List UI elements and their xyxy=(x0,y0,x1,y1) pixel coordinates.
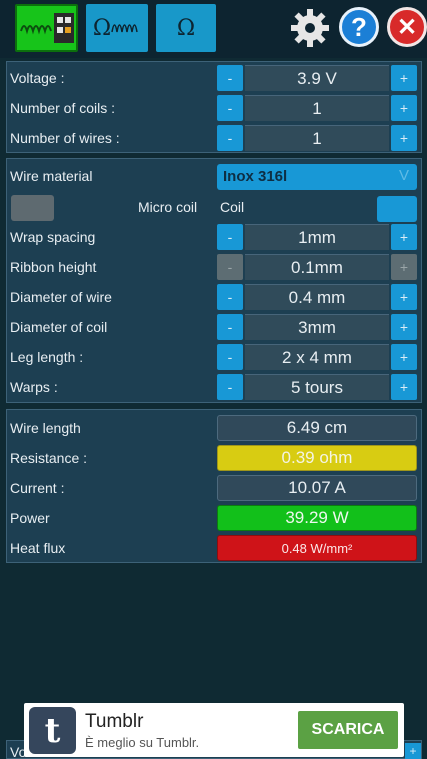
coil-toggle[interactable] xyxy=(377,196,417,222)
tab-ohm-law[interactable]: Ω xyxy=(156,4,216,52)
leg-length-plus-button[interactable]: + xyxy=(391,344,417,370)
ribbon-height-label: Ribbon height xyxy=(10,259,97,275)
ribbon-height-value: 0.1mm xyxy=(245,254,389,280)
coils-minus-button[interactable]: - xyxy=(217,95,243,121)
power-row: Power 39.29 W xyxy=(7,503,423,533)
warps-row: Warps : - 5 tours + xyxy=(7,372,423,402)
power-value: 39.29 W xyxy=(217,505,417,531)
coil-diameter-label: Diameter of coil xyxy=(10,319,108,335)
wire-diameter-minus-button[interactable]: - xyxy=(217,284,243,310)
coils-plus-button[interactable]: + xyxy=(391,95,417,121)
material-row: Wire material Inox 316l V xyxy=(7,161,423,191)
chevron-down-icon: V xyxy=(398,167,409,184)
ribbon-height-row: Ribbon height - 0.1mm + xyxy=(7,252,423,282)
ad-banner[interactable]: t Tumblr È meglio su Tumblr. SCARICA xyxy=(24,703,404,757)
coil-diameter-plus-button[interactable]: + xyxy=(391,314,417,340)
coils-label: Number of coils : xyxy=(10,100,116,116)
heat-flux-label: Heat flux xyxy=(10,540,66,556)
warps-value: 5 tours xyxy=(245,374,389,400)
warps-plus-button[interactable]: + xyxy=(391,374,417,400)
wrap-spacing-minus-button[interactable]: - xyxy=(217,224,243,250)
coils-value: 1 xyxy=(245,95,389,121)
wire-length-row: Wire length 6.49 cm xyxy=(7,413,423,443)
leg-length-minus-button[interactable]: - xyxy=(217,344,243,370)
tab-coil-calculator[interactable] xyxy=(15,4,78,52)
coil-diameter-minus-button[interactable]: - xyxy=(217,314,243,340)
voltage-value: 3.9 V xyxy=(245,65,389,91)
micro-coil-toggle[interactable] xyxy=(11,195,54,221)
wrap-spacing-value: 1mm xyxy=(245,224,389,250)
wrap-spacing-row: Wrap spacing - 1mm + xyxy=(7,222,423,252)
help-icon[interactable]: ? xyxy=(339,7,379,47)
power-label: Power xyxy=(10,510,50,526)
voltage-label: Voltage : xyxy=(10,70,65,86)
warps-label: Warps : xyxy=(10,379,58,395)
top-toolbar: Ω Ω ? ✕ xyxy=(0,0,427,58)
wrap-spacing-plus-button[interactable]: + xyxy=(391,224,417,250)
voltage-row: Voltage : - 3.9 V + xyxy=(7,63,423,93)
wires-minus-button[interactable]: - xyxy=(217,125,243,151)
leg-length-label: Leg length : xyxy=(10,349,84,365)
coils-row: Number of coils : - 1 + xyxy=(7,93,423,123)
current-value: 10.07 A xyxy=(217,475,417,501)
wires-row: Number of wires : - 1 + xyxy=(7,123,423,153)
ad-title: Tumblr xyxy=(85,711,144,732)
coil-calculator-icon xyxy=(19,13,74,43)
micro-coil-label: Micro coil xyxy=(138,199,198,215)
current-row: Current : 10.07 A xyxy=(7,473,423,503)
wires-label: Number of wires : xyxy=(10,130,120,146)
material-label: Wire material xyxy=(10,168,93,184)
wrap-spacing-label: Wrap spacing xyxy=(10,229,96,245)
current-label: Current : xyxy=(10,480,65,496)
ribbon-height-minus-button[interactable]: - xyxy=(217,254,243,280)
results-panel: Wire length 6.49 cm Resistance : 0.39 oh… xyxy=(6,409,422,563)
wire-diameter-value: 0.4 mm xyxy=(245,284,389,310)
coil-type-row: Micro coil Coil xyxy=(7,191,423,225)
close-icon[interactable]: ✕ xyxy=(387,7,427,47)
ad-download-button[interactable]: SCARICA xyxy=(298,711,398,749)
tumblr-logo-icon: t xyxy=(29,707,76,754)
voltage-plus-button[interactable]: + xyxy=(391,65,417,91)
coil-settings-panel: Wire material Inox 316l V Micro coil Coi… xyxy=(6,158,422,403)
coil-icon xyxy=(111,24,138,33)
material-value: Inox 316l xyxy=(223,168,288,185)
ribbon-height-plus-button[interactable]: + xyxy=(391,254,417,280)
tab-ohm-coil[interactable]: Ω xyxy=(86,4,148,52)
bottom-plus-button[interactable]: + xyxy=(405,743,421,759)
wire-diameter-label: Diameter of wire xyxy=(10,289,112,305)
resistance-label: Resistance : xyxy=(10,450,88,466)
wire-length-label: Wire length xyxy=(10,420,81,436)
wire-length-value: 6.49 cm xyxy=(217,415,417,441)
power-settings-panel: Voltage : - 3.9 V + Number of coils : - … xyxy=(6,61,422,153)
resistance-row: Resistance : 0.39 ohm xyxy=(7,443,423,473)
ad-subtitle: È meglio su Tumblr. xyxy=(85,735,200,750)
material-select[interactable]: Inox 316l V xyxy=(217,164,417,190)
wires-plus-button[interactable]: + xyxy=(391,125,417,151)
leg-length-row: Leg length : - 2 x 4 mm + xyxy=(7,342,423,372)
coil-diameter-row: Diameter of coil - 3mm + xyxy=(7,312,423,342)
warps-minus-button[interactable]: - xyxy=(217,374,243,400)
wires-value: 1 xyxy=(245,125,389,151)
coil-label: Coil xyxy=(220,199,245,215)
wire-diameter-row: Diameter of wire - 0.4 mm + xyxy=(7,282,423,312)
heat-flux-row: Heat flux 0.48 W/mm² xyxy=(7,533,423,563)
heat-flux-value: 0.48 W/mm² xyxy=(217,535,417,561)
coil-diameter-value: 3mm xyxy=(245,314,389,340)
ohm-symbol: Ω xyxy=(176,15,196,41)
leg-length-value: 2 x 4 mm xyxy=(245,344,389,370)
voltage-minus-button[interactable]: - xyxy=(217,65,243,91)
wire-diameter-plus-button[interactable]: + xyxy=(391,284,417,310)
gear-icon[interactable] xyxy=(288,6,332,50)
resistance-value: 0.39 ohm xyxy=(217,445,417,471)
ohm-symbol: Ω xyxy=(92,15,112,41)
